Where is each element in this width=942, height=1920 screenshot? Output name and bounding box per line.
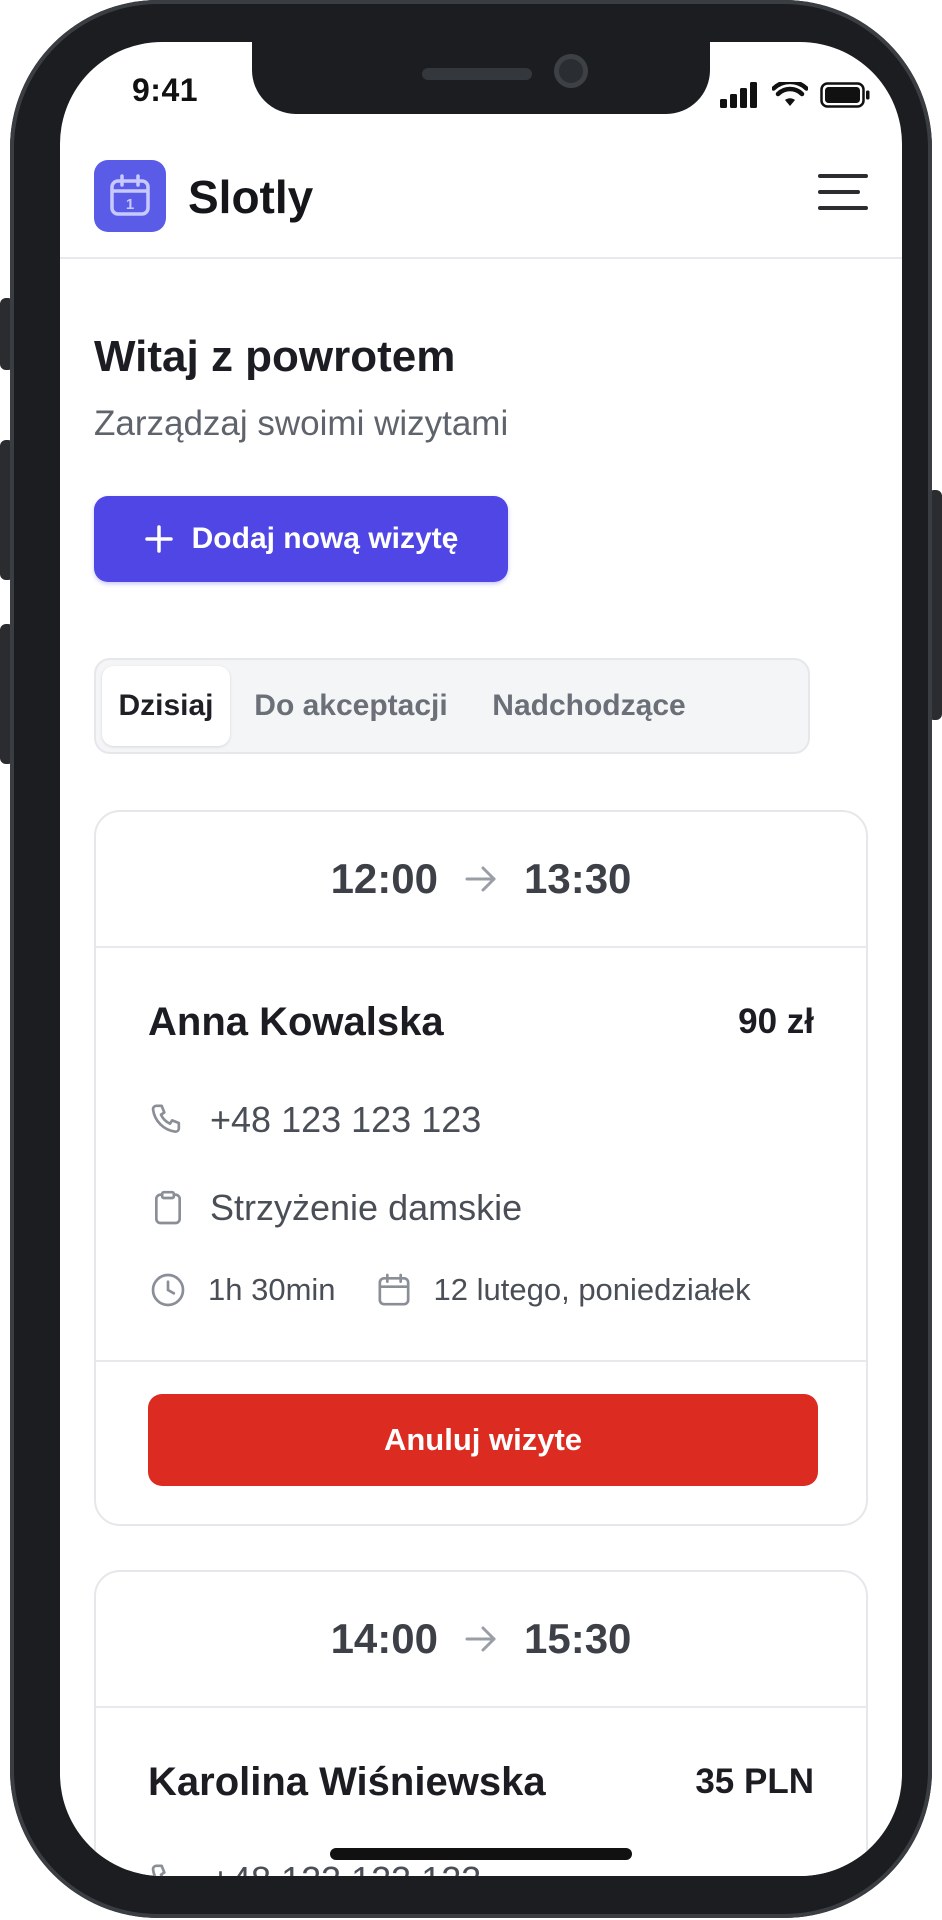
service-price: 90 zł [738, 1002, 814, 1041]
signal-icon [720, 82, 757, 108]
start-time: 14:00 [330, 1615, 438, 1662]
menu-icon-line [818, 206, 868, 210]
menu-icon-line [818, 190, 860, 194]
arrow-right-icon [465, 866, 496, 892]
battery-icon [820, 82, 870, 108]
duration: 1h 30min [208, 1272, 336, 1307]
phone-screen: 9:41 1 Slotly Witaj z powrotem Zarządzaj… [60, 42, 902, 1876]
service-name: Strzyżenie damskie [210, 1187, 523, 1228]
cancel-appointment-button[interactable]: Anuluj wizyte [148, 1394, 818, 1486]
tabs: Dzisiaj Do akceptacji Nadchodzące [94, 658, 810, 754]
phone-frame: 9:41 1 Slotly Witaj z powrotem Zarządzaj… [10, 0, 932, 1918]
calendar-icon: 1 [110, 174, 150, 216]
app-header: 1 Slotly [60, 152, 902, 259]
clock-icon [151, 1273, 185, 1307]
page-subtitle: Zarządzaj swoimi wizytami [94, 404, 509, 443]
service-price: 35 PLN [695, 1762, 814, 1801]
phone-row[interactable]: +48 123 123 123 [148, 1090, 814, 1150]
add-appointment-button[interactable]: Dodaj nową wizytę [94, 496, 508, 582]
card-footer: Anuluj wizyte [96, 1360, 866, 1520]
customer-row: Karolina Wiśniewska 35 PLN [148, 1760, 814, 1840]
phone-icon [151, 1104, 181, 1133]
add-appointment-label: Dodaj nową wizytę [191, 522, 459, 555]
start-time: 12:00 [330, 855, 438, 902]
menu-icon [818, 174, 868, 178]
customer-name: Anna Kowalska [148, 1000, 444, 1044]
front-camera [554, 54, 588, 88]
page-title: Witaj z powrotem [94, 332, 456, 381]
time-range: 12:00 13:30 [96, 812, 866, 948]
logo-day: 1 [126, 196, 134, 213]
customer-row: Anna Kowalska 90 zł [148, 1000, 814, 1080]
time-range: 14:00 15:30 [96, 1572, 866, 1708]
status-bar: 9:41 [60, 42, 902, 152]
tab-upcoming[interactable]: Nadchodzące [472, 666, 706, 746]
calendar-icon [378, 1273, 410, 1306]
wifi-icon [772, 82, 808, 106]
arrow-right-icon [465, 1626, 496, 1652]
app-logo[interactable]: 1 [94, 160, 166, 232]
customer-name: Karolina Wiśniewska [148, 1760, 546, 1804]
menu-button[interactable] [818, 174, 868, 218]
status-icons [720, 82, 870, 108]
notch [252, 42, 710, 114]
plus-icon [144, 525, 173, 553]
brand-name: Slotly [188, 171, 314, 223]
clipboard-icon [155, 1190, 181, 1225]
service-row: Strzyżenie damskie [148, 1178, 814, 1238]
home-indicator[interactable] [330, 1848, 632, 1860]
appointment-date: 12 lutego, poniedziałek [433, 1272, 751, 1307]
customer-phone: +48 123 123 123 [210, 1859, 481, 1876]
end-time: 15:30 [524, 1615, 632, 1662]
time-date-row: 1h 30min 12 lutego, poniedziałek [148, 1260, 814, 1320]
appointment-details: Anna Kowalska 90 zł +48 123 123 123 Strz… [96, 1000, 866, 1320]
appointment-card: 12:00 13:30 Anna Kowalska 90 zł +48 123 … [94, 810, 868, 1526]
speaker [422, 68, 532, 80]
phone-icon [151, 1864, 166, 1876]
end-time: 13:30 [524, 855, 632, 902]
status-time: 9:41 [132, 72, 199, 108]
tab-pending[interactable]: Do akceptacji [244, 666, 458, 746]
customer-phone: +48 123 123 123 [210, 1099, 482, 1140]
device-stage: 9:41 1 Slotly Witaj z powrotem Zarządzaj… [0, 0, 942, 1920]
tab-today[interactable]: Dzisiaj [102, 666, 230, 746]
appointment-card: 14:00 15:30 Karolina Wiśniewska 35 PLN [94, 1570, 868, 1876]
